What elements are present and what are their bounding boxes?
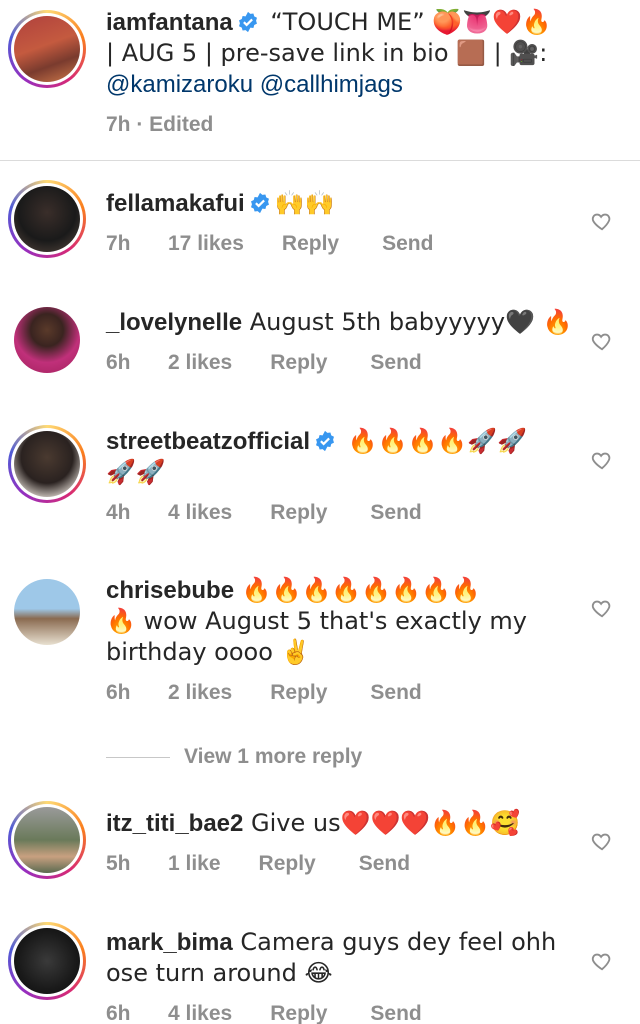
comment-time: 6h: [106, 351, 131, 374]
verified-badge-icon: [250, 192, 269, 214]
heart-icon[interactable]: [591, 830, 613, 852]
reply-button[interactable]: Reply: [270, 1002, 327, 1024]
comment-text: Camera guys dey feel ohh: [232, 928, 557, 956]
likes-count[interactable]: 2 likes: [168, 351, 232, 375]
send-button[interactable]: Send: [370, 1002, 421, 1024]
comment-username[interactable]: _lovelynelle: [106, 309, 242, 336]
avatar[interactable]: [14, 307, 80, 373]
send-button[interactable]: Send: [370, 351, 421, 375]
caption-username[interactable]: iamfantana: [106, 9, 233, 36]
comment-username[interactable]: mark_bima: [106, 929, 233, 956]
likes-count[interactable]: 2 likes: [168, 681, 232, 705]
avatar[interactable]: [8, 922, 86, 1000]
heart-icon[interactable]: [591, 210, 613, 232]
comment-text-line3: birthday oooo ✌️: [106, 638, 311, 666]
avatar[interactable]: [8, 180, 86, 258]
comment-text: 🙌🙌: [274, 189, 335, 217]
reply-button[interactable]: Reply: [282, 232, 339, 256]
avatar[interactable]: [8, 10, 86, 88]
heart-icon[interactable]: [591, 330, 613, 352]
heart-icon[interactable]: [591, 449, 613, 471]
caption-text: iamfantana “TOUCH ME” 🍑👅❤️🔥 | AUG 5 | pr…: [106, 7, 552, 100]
likes-count[interactable]: 1 like: [168, 852, 221, 876]
comment-username[interactable]: itz_titi_bae2: [106, 810, 243, 837]
divider: [106, 756, 170, 758]
verified-badge-icon: [238, 11, 257, 33]
avatar[interactable]: [8, 425, 86, 503]
comment-time: 5h: [106, 852, 131, 875]
send-button[interactable]: Send: [382, 232, 433, 256]
reply-button[interactable]: Reply: [270, 351, 327, 375]
heart-icon[interactable]: [591, 950, 613, 972]
avatar[interactable]: [8, 801, 86, 879]
caption-meta: 7h · Edited: [106, 113, 214, 136]
mention-link[interactable]: @kamizaroku: [106, 71, 253, 98]
heart-icon[interactable]: [591, 597, 613, 619]
caption-line1: “TOUCH ME” 🍑👅❤️🔥: [262, 8, 552, 36]
comment-text: August 5th babyyyyy🖤 🔥: [242, 308, 573, 336]
reply-button[interactable]: Reply: [270, 501, 327, 525]
reply-button[interactable]: Reply: [270, 681, 327, 705]
comment-text: 🔥🔥🔥🔥🔥🔥🔥🔥: [234, 576, 481, 604]
comment-username[interactable]: streetbeatzofficial: [106, 428, 310, 455]
comment-time: 4h: [106, 501, 131, 524]
comment-text: Give us❤️❤️❤️🔥🔥🥰: [243, 809, 520, 837]
post-caption: iamfantana “TOUCH ME” 🍑👅❤️🔥 | AUG 5 | pr…: [0, 0, 640, 160]
mention-link[interactable]: @callhimjags: [260, 71, 403, 98]
comment-text-line2: 🚀🚀: [106, 458, 166, 486]
caption-line2: | AUG 5 | pre-save link in bio 🟫 | 🎥:: [106, 39, 548, 67]
view-more-replies-button[interactable]: View 1 more reply: [106, 741, 362, 773]
reply-button[interactable]: Reply: [259, 852, 316, 876]
comment-time: 7h: [106, 232, 131, 255]
comment-time: 6h: [106, 1002, 131, 1024]
send-button[interactable]: Send: [370, 501, 421, 525]
likes-count[interactable]: 17 likes: [168, 232, 244, 256]
comment-username[interactable]: chrisebube: [106, 577, 234, 604]
likes-count[interactable]: 4 likes: [168, 501, 232, 525]
comment-time: 6h: [106, 681, 131, 704]
send-button[interactable]: Send: [359, 852, 410, 876]
avatar[interactable]: [14, 579, 80, 645]
verified-badge-icon: [316, 430, 335, 452]
send-button[interactable]: Send: [370, 681, 421, 705]
comment-username[interactable]: fellamakafui: [106, 190, 245, 217]
likes-count[interactable]: 4 likes: [168, 1002, 232, 1024]
comment-text-line2: 🔥 wow August 5 that's exactly my: [106, 607, 528, 635]
divider: [0, 160, 640, 161]
comment-text: 🔥🔥🔥🔥🚀🚀: [340, 427, 527, 455]
view-more-replies-label: View 1 more reply: [184, 745, 363, 768]
comment-text-line2: ose turn around 😂: [106, 959, 333, 987]
